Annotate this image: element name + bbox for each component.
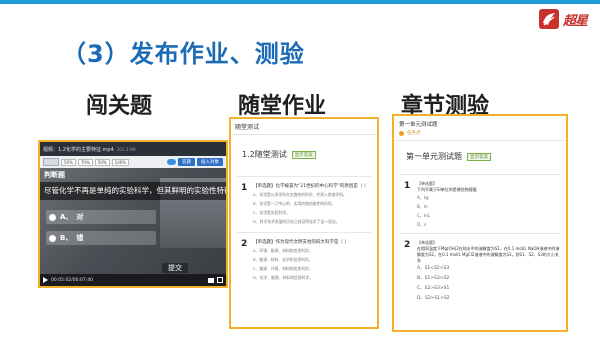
player-controls: 00:05:02/00:07:40 [40, 274, 226, 286]
answer-button[interactable]: 答题 [178, 158, 195, 166]
video-frame[interactable]: 判断题 尽管化学不再是单纯的实验科学，但其鲜明的实验性特征 A、 对 B、 错 … [40, 168, 226, 274]
question-item: 1 【单选题】化学被誉为“21世纪的中心科学”的原因是（ ） A、化学是以多学科… [237, 183, 371, 226]
question-text: 尽管化学不再是单纯的实验科学，但其鲜明的实验性特征 [40, 182, 226, 200]
option-text: 错 [76, 234, 84, 242]
show-answer-button[interactable]: 显示答案 [467, 152, 491, 161]
divider [400, 174, 560, 175]
answer-option[interactable]: A、kg [417, 193, 560, 202]
answer-option[interactable]: B、m [417, 202, 560, 211]
question-stem: 【单选题】作为现代文明支柱的四大科学是（ ） [253, 240, 349, 245]
answer-option[interactable]: D、S3>S1>S2 [417, 294, 560, 304]
show-answer-button[interactable]: 显示答案 [291, 150, 316, 159]
option-letter: A、 [60, 213, 73, 221]
video-title-bar: 视频：1.2化学的主要特征.mp4 303.3 MB [40, 142, 226, 156]
logo-text: 超星 [563, 13, 588, 29]
answer-option[interactable]: D、科学技术发展的历史已经证明化学了这一说法。 [253, 217, 371, 226]
option-text: 对 [76, 213, 84, 221]
answer-option[interactable]: B、能源、材料、化学和信息科学。 [253, 255, 371, 264]
answer-option[interactable]: C、能源、环境、材料和信息科学。 [253, 264, 371, 273]
toolbar-select[interactable] [43, 158, 59, 166]
test-title: 第一单元测试题 [406, 152, 462, 161]
logo-mark-icon [539, 9, 559, 29]
speed-chip[interactable]: 50% [61, 158, 76, 166]
radio-icon[interactable] [49, 213, 56, 221]
answer-option[interactable]: A、S1<S2<S3 [417, 264, 560, 274]
homework-title: 1.2随堂测试 [242, 150, 287, 159]
answer-option[interactable]: C、化学是实验科学。 [253, 208, 371, 217]
answer-option[interactable]: A、环境、能源、材料和信息科学。 [253, 246, 371, 255]
answer-option[interactable]: D、s [417, 220, 560, 229]
question-item: 2 【单选题】作为现代文明支柱的四大科学是（ ） A、环境、能源、材料和信息科学… [237, 239, 371, 282]
speed-chip[interactable]: 100% [111, 158, 130, 166]
video-file-size: 303.3 MB [116, 146, 136, 152]
answer-option[interactable]: A、化学是以多学科交叉融合的科学，并渗入其他学科。 [253, 190, 371, 199]
fullscreen-icon[interactable] [217, 277, 223, 283]
question-number: 1 [241, 183, 248, 193]
answer-option[interactable]: B、化学是一门中心的、实用的和创造性的科学。 [253, 199, 371, 208]
answer-option[interactable]: C、S2>S3>S1 [417, 284, 560, 294]
task-point-badge: 任务点 [394, 130, 566, 141]
insert-object-button[interactable]: 插入对象 [197, 158, 223, 166]
class-homework-panel: 随堂测试 1.2随堂测试 显示答案 1 【单选题】化学被誉为“21世纪的中心科学… [229, 117, 379, 329]
task-point-label: 任务点 [407, 131, 421, 136]
divider [400, 233, 560, 234]
answer-option[interactable]: C、mL [417, 211, 560, 220]
task-dot-icon [399, 130, 404, 136]
divider [237, 232, 371, 233]
option-letter: B、 [60, 234, 73, 242]
option-a[interactable]: A、 对 [46, 210, 156, 224]
playback-time: 00:05:02/00:07:40 [51, 277, 93, 283]
answer-option[interactable]: D、化学、能源、材料和信息科学。 [253, 273, 371, 282]
speed-chip[interactable]: 70% [77, 158, 93, 166]
section-heading-checkpoint: 闯关题 [86, 94, 153, 119]
volume-icon[interactable] [208, 277, 214, 283]
question-number: 2 [241, 239, 248, 249]
logo: 超星 [538, 6, 596, 32]
panel-header: 随堂测试 [231, 119, 377, 135]
question-stem: 【单选题】化学被誉为“21世纪的中心科学”的原因是（ ） [253, 184, 369, 189]
submit-button[interactable]: 提交 [162, 263, 188, 273]
section-heading-class-homework: 随堂作业 [238, 94, 327, 119]
top-bar [0, 0, 600, 4]
play-icon[interactable] [43, 277, 48, 283]
question-item: 1 【单选题】 下列不属于SI单位的是哪些物理量 A、kg B、m C、mL D… [400, 181, 560, 229]
question-type: 判断题 [44, 171, 65, 179]
speed-chip[interactable]: 50% [94, 158, 110, 166]
question-number: 1 [404, 181, 411, 191]
question-item: 2 【单选题】 在相同温度下Mg(OH)2在纯水中的溶解度为S1，在0.1 mo… [400, 240, 560, 304]
question-number: 2 [404, 240, 411, 250]
panel-header: 第一单元测试题 [399, 122, 438, 128]
divider [237, 176, 371, 177]
question-stem: 在相同温度下Mg(OH)2在纯水中的溶解度为S1，在0.1 mol/L NaOH… [417, 246, 560, 263]
answer-option[interactable]: B、S1>S3>S2 [417, 274, 560, 284]
chapter-test-panel: 第一单元测试题 任务点 第一单元测试题 显示答案 1 【单选题】 下列不属于SI… [392, 114, 568, 332]
video-quiz-panel: 视频：1.2化学的主要特征.mp4 303.3 MB 50% 70% 50% 1… [38, 140, 228, 288]
option-b[interactable]: B、 错 [46, 231, 156, 245]
video-window-title: 视频：1.2化学的主要特征.mp4 [43, 146, 114, 153]
page-title: （3）发布作业、测验 [62, 40, 305, 68]
radio-icon[interactable] [49, 234, 56, 242]
cloud-icon[interactable] [167, 159, 176, 165]
